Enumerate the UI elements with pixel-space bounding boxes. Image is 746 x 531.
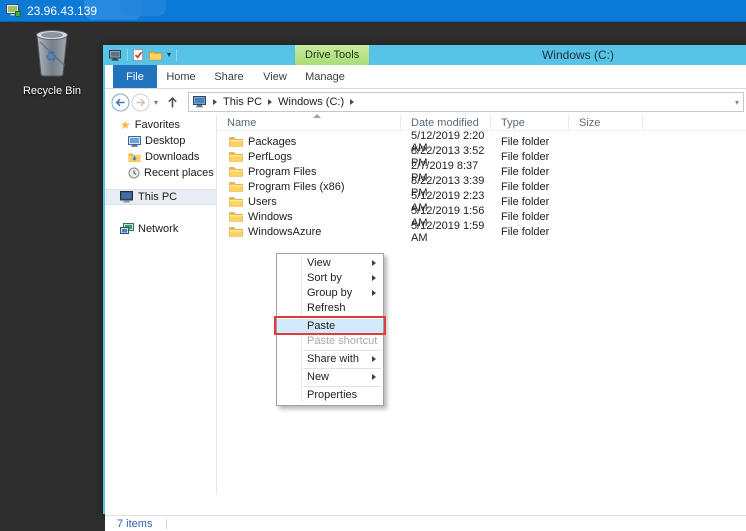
recent-places-icon bbox=[128, 167, 140, 179]
desktop: { "rdp_bar": { "address": "23.96.43.139"… bbox=[0, 0, 746, 530]
downloads-icon bbox=[128, 152, 141, 163]
recycle-bin-label: Recycle Bin bbox=[14, 85, 90, 97]
sidebar-item-recent-places[interactable]: Recent places bbox=[105, 165, 216, 181]
menu-item-refresh[interactable]: Refresh bbox=[277, 301, 383, 316]
ribbon-tab-row: File Home Share View Manage bbox=[105, 65, 746, 89]
sidebar-item-favorites[interactable]: ★ Favorites bbox=[105, 117, 216, 133]
window-title: Windows (C:) bbox=[513, 45, 643, 65]
drive-location-icon bbox=[193, 96, 207, 108]
folder-icon bbox=[229, 196, 243, 208]
menu-separator bbox=[303, 350, 381, 351]
tab-file[interactable]: File bbox=[113, 65, 157, 88]
navigation-pane: ★ Favorites Desktop Downloads bbox=[105, 115, 217, 495]
status-bar: 7 items bbox=[105, 515, 746, 531]
explorer-app-icon bbox=[109, 50, 122, 61]
menu-separator bbox=[303, 368, 381, 369]
sidebar-item-this-pc[interactable]: This PC bbox=[105, 189, 216, 205]
column-header-type[interactable]: Type bbox=[491, 115, 569, 130]
tab-view[interactable]: View bbox=[253, 65, 297, 88]
address-bar[interactable]: This PC Windows (C:) ▾ bbox=[188, 92, 744, 112]
menu-item-new[interactable]: New bbox=[277, 370, 383, 385]
back-button[interactable] bbox=[110, 92, 130, 112]
forward-arrow-icon bbox=[131, 93, 150, 112]
folder-icon bbox=[229, 166, 243, 178]
menu-item-group-by[interactable]: Group by bbox=[277, 286, 383, 301]
folder-icon bbox=[229, 181, 243, 193]
breadcrumb-separator-icon[interactable] bbox=[268, 99, 272, 105]
computer-icon bbox=[120, 191, 134, 203]
column-header-size[interactable]: Size bbox=[569, 115, 643, 130]
tab-share[interactable]: Share bbox=[205, 65, 253, 88]
explorer-window: ▾ Drive Tools Windows (C:) File Home Sha… bbox=[103, 45, 746, 514]
sidebar-item-desktop[interactable]: Desktop bbox=[105, 133, 216, 149]
menu-item-paste-shortcut: Paste shortcut bbox=[277, 334, 383, 349]
items-count: 7 items bbox=[117, 518, 152, 530]
column-header-date-modified[interactable]: Date modified bbox=[401, 115, 491, 130]
breadcrumb-current[interactable]: Windows (C:) bbox=[278, 96, 344, 108]
back-arrow-icon bbox=[111, 93, 130, 112]
recycle-bin-icon: ♻ bbox=[32, 28, 72, 83]
column-header-name[interactable]: Name bbox=[217, 115, 401, 130]
status-bar-divider bbox=[166, 519, 167, 529]
sidebar-item-network[interactable]: Network bbox=[105, 221, 216, 237]
tab-manage[interactable]: Manage bbox=[297, 65, 353, 88]
menu-item-share-with[interactable]: Share with bbox=[277, 352, 383, 367]
menu-separator bbox=[303, 386, 381, 387]
sort-ascending-icon bbox=[313, 114, 321, 118]
menu-item-properties[interactable]: Properties bbox=[277, 388, 383, 403]
rdp-connection-bar[interactable]: 23.96.43.139 bbox=[0, 0, 746, 22]
sidebar-item-downloads[interactable]: Downloads bbox=[105, 149, 216, 165]
rdp-address: 23.96.43.139 bbox=[27, 4, 97, 18]
navigation-toolbar: ▾ This PC Windows (C:) ▾ bbox=[105, 89, 746, 115]
quick-access-toolbar: ▾ bbox=[109, 45, 177, 65]
tab-drive-tools[interactable]: Drive Tools bbox=[295, 45, 369, 65]
menu-separator bbox=[303, 317, 381, 318]
up-button[interactable] bbox=[162, 92, 182, 112]
desktop-icon bbox=[128, 136, 141, 147]
breadcrumb-separator-icon bbox=[213, 99, 217, 105]
address-dropdown-caret-icon[interactable]: ▾ bbox=[735, 98, 739, 107]
sidebar-spacer bbox=[105, 181, 216, 189]
rdp-bar-highlight-2 bbox=[120, 0, 166, 16]
folder-icon bbox=[229, 136, 243, 148]
file-row[interactable]: WindowsAzure 5/12/2019 1:59 AM File fold… bbox=[217, 224, 746, 239]
menu-item-paste[interactable]: Paste bbox=[277, 319, 383, 334]
up-arrow-icon bbox=[165, 95, 180, 110]
folder-icon bbox=[229, 211, 243, 223]
network-icon bbox=[120, 223, 134, 235]
column-headers: Name Date modified Type Size bbox=[217, 115, 746, 131]
title-bar[interactable]: ▾ Drive Tools Windows (C:) bbox=[103, 45, 746, 65]
qat-divider-2 bbox=[176, 49, 177, 61]
breadcrumb-this-pc[interactable]: This PC bbox=[223, 96, 262, 108]
folder-icon bbox=[229, 151, 243, 163]
menu-item-view[interactable]: View bbox=[277, 256, 383, 271]
recycle-bin-shortcut[interactable]: ♻ Recycle Bin bbox=[14, 28, 90, 97]
folder-icon bbox=[229, 226, 243, 238]
menu-item-sort-by[interactable]: Sort by bbox=[277, 271, 383, 286]
recent-locations-caret-icon[interactable]: ▾ bbox=[150, 98, 162, 107]
rdp-computer-icon bbox=[6, 4, 21, 17]
qat-customize-caret-icon[interactable]: ▾ bbox=[167, 51, 171, 59]
svg-text:♻: ♻ bbox=[45, 49, 58, 65]
qat-divider bbox=[127, 49, 128, 61]
breadcrumb-separator-icon[interactable] bbox=[350, 99, 354, 105]
sidebar-spacer bbox=[105, 205, 216, 221]
star-icon: ★ bbox=[120, 119, 131, 131]
forward-button[interactable] bbox=[130, 92, 150, 112]
new-folder-icon[interactable] bbox=[149, 50, 162, 61]
file-rows: Packages 5/12/2019 2:20 AM File folder P… bbox=[217, 131, 746, 239]
tab-home[interactable]: Home bbox=[157, 65, 205, 88]
properties-icon[interactable] bbox=[133, 49, 144, 61]
context-menu: View Sort by Group by Refresh Paste Past… bbox=[276, 253, 384, 406]
